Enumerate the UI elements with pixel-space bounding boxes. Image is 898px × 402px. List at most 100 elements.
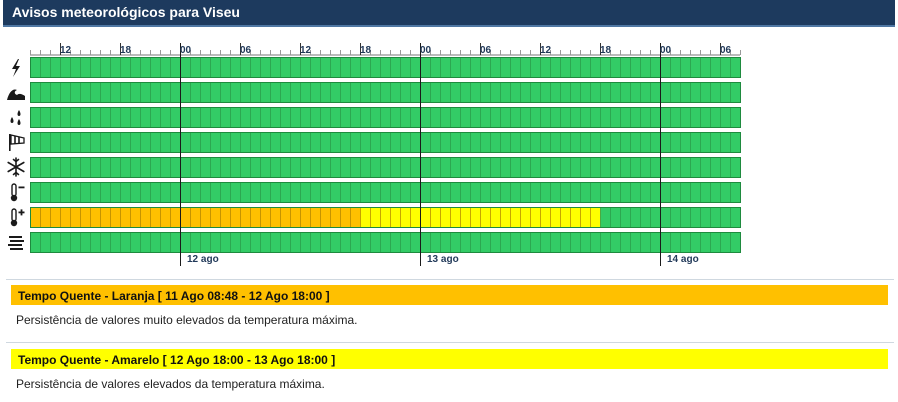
timeline-cell [490,232,501,253]
timeline-cell [730,232,741,253]
timeline-cell [140,107,151,128]
timeline-cell [350,107,361,128]
wind-sock-icon [9,134,25,151]
timeline-cell [540,207,551,228]
timeline-cell [500,82,511,103]
timeline-cell [60,157,71,178]
timeline-cell [330,57,341,78]
timeline-cell [410,82,421,103]
day-label: 12 ago [187,254,219,265]
timeline-cell [600,182,611,203]
timeline-cell [340,132,351,153]
timeline-cell [280,57,291,78]
timeline-cell [410,232,421,253]
timeline-cell [550,82,561,103]
timeline-cell [510,57,521,78]
timeline-cell [480,232,491,253]
timeline-cell [80,107,91,128]
timeline-cell [360,157,371,178]
timeline-cell [210,182,221,203]
timeline-cell [690,82,701,103]
timeline-cell [40,132,51,153]
timeline-cell [390,57,401,78]
timeline-cell [470,157,481,178]
timeline-cell [130,82,141,103]
timeline-cell [200,182,211,203]
timeline-cell [620,207,631,228]
timeline-cell [330,157,341,178]
timeline-cell [410,157,421,178]
timeline-cell [510,157,521,178]
timeline-cell [80,57,91,78]
timeline-cell [570,232,581,253]
timeline-cell [700,132,711,153]
timeline-cell [250,107,261,128]
timeline-cell [720,232,731,253]
timeline-cell [90,157,101,178]
timeline-cell [670,57,681,78]
timeline-cell [260,182,271,203]
timeline-cell [510,232,521,253]
timeline-cell [710,107,721,128]
timeline-cell [550,207,561,228]
divider [6,279,894,280]
timeline-cell [380,232,391,253]
timeline-cell [110,132,121,153]
timeline-cell [600,107,611,128]
timeline-cell [350,157,361,178]
timeline-cell [120,157,131,178]
timeline-cell [460,232,471,253]
timeline-cell [250,207,261,228]
timeline-cell [200,107,211,128]
timeline-cell [580,157,591,178]
timeline-cell [600,132,611,153]
timeline-cell [420,132,431,153]
timeline-cell [400,232,411,253]
timeline-cell [140,232,151,253]
timeline-cell [410,132,421,153]
timeline-cell [590,157,601,178]
timeline-cell [320,207,331,228]
timeline-cell [520,107,531,128]
timeline-cell [590,232,601,253]
timeline-cell [660,82,671,103]
timeline-cell [120,57,131,78]
timeline-cell [610,207,621,228]
timeline-cell [370,57,381,78]
timeline-cell [710,207,721,228]
timeline-cell [430,82,441,103]
timeline-cell [370,107,381,128]
timeline-cell [120,132,131,153]
timeline-cell [290,57,301,78]
timeline-cell [440,57,451,78]
timeline-cell [140,157,151,178]
timeline-cell [510,182,521,203]
timeline-cell [360,82,371,103]
timeline-cell [290,82,301,103]
timeline-cell [170,232,181,253]
timeline-cell [500,132,511,153]
timeline-cell [220,157,231,178]
timeline-cell [620,157,631,178]
timeline-cell [340,107,351,128]
timeline-cell [60,57,71,78]
timeline-cell [610,107,621,128]
timeline-cell [390,207,401,228]
timeline-cell [650,107,661,128]
timeline-cell [270,132,281,153]
timeline-cell [290,107,301,128]
timeline-cell [70,182,81,203]
timeline-cell [280,132,291,153]
timeline-cell [400,182,411,203]
timeline-cell [290,207,301,228]
warning-title: Tempo Quente - Laranja [ 11 Ago 08:48 - … [18,289,330,303]
timeline-cell [580,82,591,103]
timeline-cell [110,57,121,78]
timeline-cell [250,232,261,253]
timeline-cell [40,107,51,128]
timeline-cell [730,57,741,78]
timeline-cell [540,82,551,103]
timeline-cell [730,107,741,128]
timeline-cell [500,57,511,78]
timeline-cell [460,207,471,228]
